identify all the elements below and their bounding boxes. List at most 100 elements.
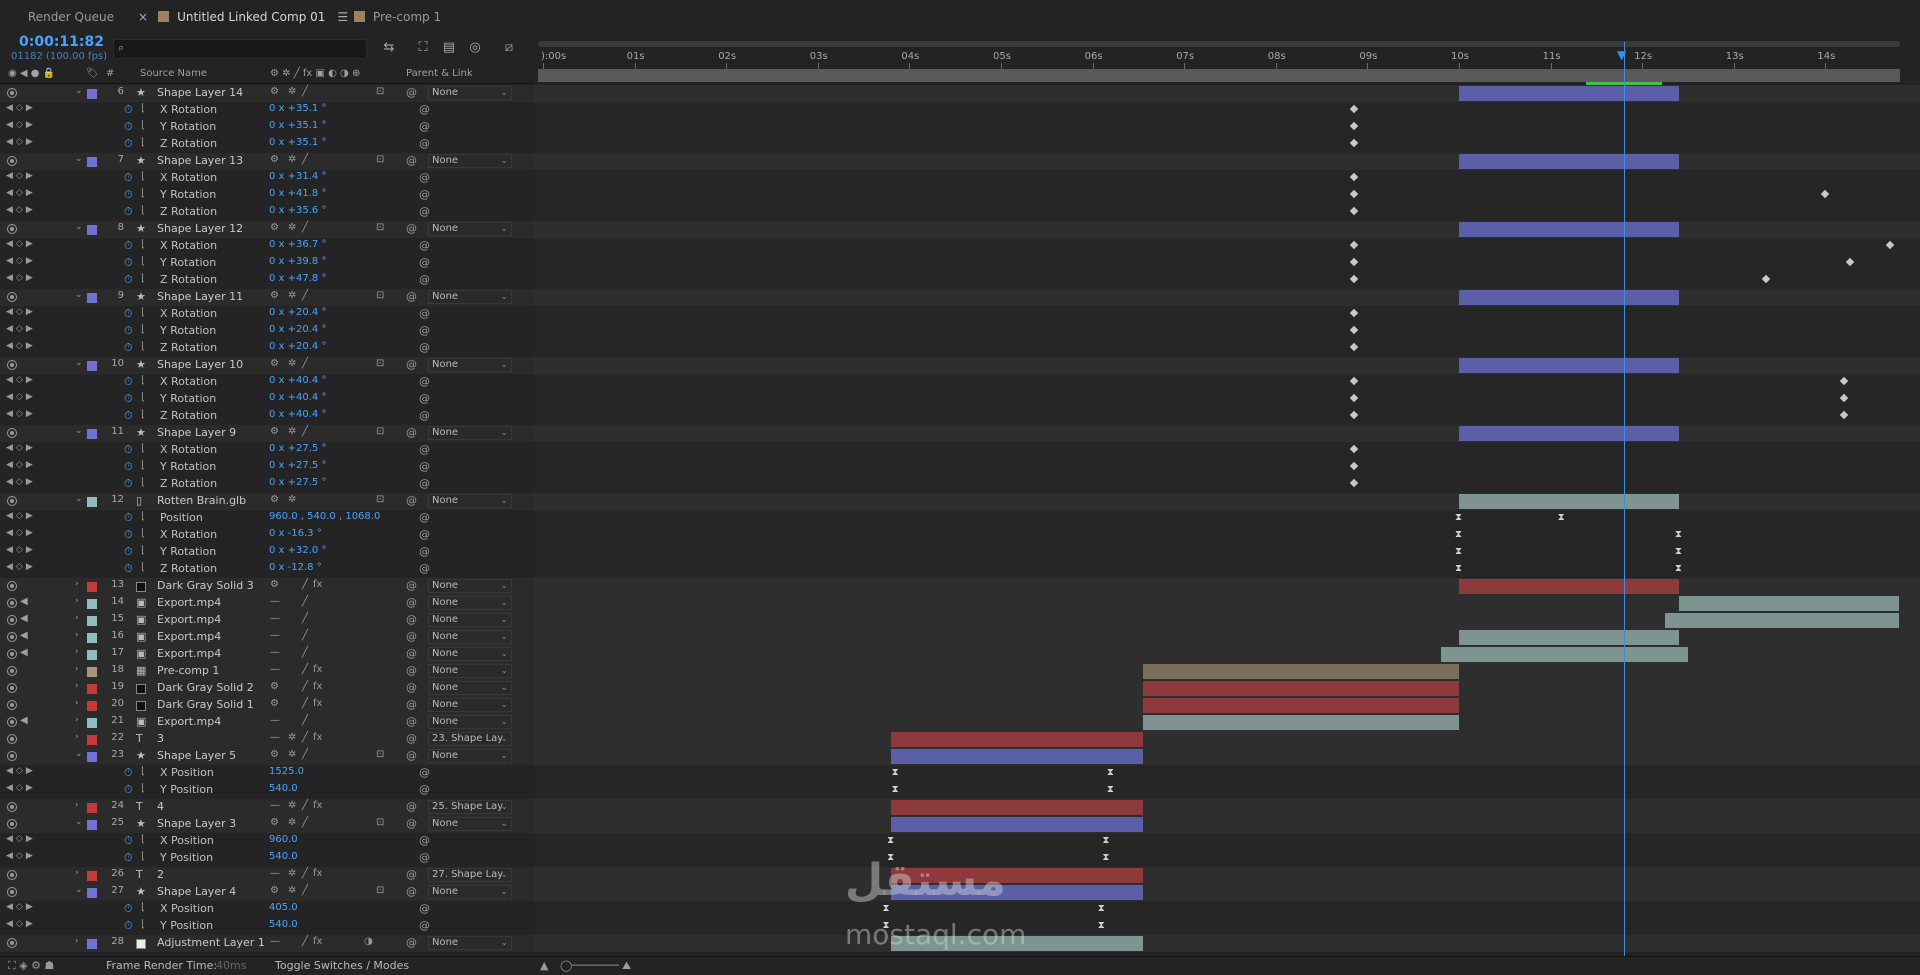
property-row[interactable]: ◀◇▶ ⏱ ⌊ Y Rotation 0 x +20.4 ° @: [0, 323, 534, 340]
layer-name[interactable]: Dark Gray Solid 2: [157, 681, 254, 694]
layer-name[interactable]: 4: [157, 800, 164, 813]
source-name-header[interactable]: Source Name: [140, 68, 207, 79]
collapse-switch-icon[interactable]: ⚙: [270, 698, 279, 709]
layer-row[interactable]: › 18 ▦ Pre-comp 1 — ╱ fx @ None ⌄: [0, 663, 534, 680]
zoom-in-icon[interactable]: ⛰: [622, 959, 631, 973]
pick-whip-icon[interactable]: @: [406, 885, 417, 898]
layer-row[interactable]: › 28 Adjustment Layer 1 — ╱ fx ◑ @ None ⌄: [0, 935, 534, 952]
graph-icon[interactable]: ⌊: [141, 460, 145, 471]
audio-icon[interactable]: ◀: [20, 715, 28, 726]
collapse-switch-icon[interactable]: ⚙: [270, 494, 279, 505]
layer-duration-bar[interactable]: [891, 817, 1143, 832]
layer-row[interactable]: › 20 Dark Gray Solid 1 ⚙ ╱ fx @ None ⌄: [0, 697, 534, 714]
stopwatch-icon[interactable]: ⏱: [124, 562, 133, 576]
keyframe-diamond-icon[interactable]: [1349, 444, 1358, 454]
stopwatch-icon[interactable]: ⏱: [124, 766, 133, 780]
expand-triangle-icon[interactable]: ›: [75, 936, 79, 946]
stopwatch-icon[interactable]: ⏱: [124, 307, 133, 321]
stopwatch-icon[interactable]: ⏱: [124, 273, 133, 287]
keyframe-navigator-icon[interactable]: ◀◇▶: [6, 341, 36, 351]
property-value[interactable]: 0 x +35.1 °: [269, 120, 326, 131]
layer-row[interactable]: ◀ › 14 ▣ Export.mp4 — ╱ @ None ⌄: [0, 595, 534, 612]
keyframe-navigator-icon[interactable]: ◀◇▶: [6, 511, 36, 521]
collapse-switch-icon[interactable]: ⚙: [270, 154, 279, 165]
layer-row[interactable]: ⌄ 25 ★ Shape Layer 3 ⚙ ✲ ╱ ⊡ @ None ⌄: [0, 816, 534, 833]
pick-whip-icon[interactable]: @: [419, 375, 430, 388]
graph-icon[interactable]: ⌊: [141, 409, 145, 420]
collapse-switch-icon[interactable]: ⚙: [270, 290, 279, 301]
layer-name[interactable]: Export.mp4: [157, 596, 221, 609]
stopwatch-icon[interactable]: ⏱: [124, 375, 133, 389]
layer-duration-bar[interactable]: [1459, 154, 1679, 169]
keyframe-hourglass-icon[interactable]: ⧗: [1098, 903, 1105, 914]
keyframe-diamond-icon[interactable]: [1761, 274, 1771, 284]
keyframe-diamond-icon[interactable]: [1349, 325, 1358, 335]
property-row[interactable]: ◀◇▶ ⏱ ⌊ X Rotation 0 x +27.5 ° @: [0, 442, 534, 459]
keyframe-navigator-icon[interactable]: ◀◇▶: [6, 171, 36, 181]
property-value[interactable]: 0 x +40.4 °: [269, 409, 326, 420]
layer-duration-bar[interactable]: [1459, 290, 1679, 305]
parent-link-select[interactable]: None ⌄: [428, 358, 512, 372]
expand-triangle-icon[interactable]: ›: [75, 613, 79, 623]
layer-row[interactable]: › 13 Dark Gray Solid 3 ⚙ ╱ fx @ None ⌄: [0, 578, 534, 595]
pick-whip-icon[interactable]: @: [406, 936, 417, 949]
graph-icon[interactable]: ⌊: [141, 562, 145, 573]
keyframe-hourglass-icon[interactable]: ⧗: [1455, 512, 1462, 523]
label-color-swatch[interactable]: [87, 633, 97, 643]
layer-row[interactable]: ⌄ 12 ▯ Rotten Brain.glb ⚙ ✲ ⊡ @ None ⌄: [0, 493, 534, 510]
quality-slash-icon[interactable]: ╱: [302, 681, 308, 692]
keyframe-hourglass-icon[interactable]: ⧗: [892, 784, 899, 795]
quality-slash-icon[interactable]: ╱: [302, 358, 308, 369]
quality-slash-icon[interactable]: ╱: [302, 800, 308, 811]
property-value[interactable]: 540.0: [269, 919, 298, 930]
parent-link-select[interactable]: None ⌄: [428, 647, 512, 661]
eye-icon[interactable]: [7, 649, 17, 659]
stopwatch-icon[interactable]: ⏱: [124, 205, 133, 219]
pick-whip-icon[interactable]: @: [406, 664, 417, 677]
stopwatch-icon[interactable]: ⏱: [124, 443, 133, 457]
stopwatch-icon[interactable]: ⏱: [124, 511, 133, 525]
property-row[interactable]: ◀◇▶ ⏱ ⌊ Z Rotation 0 x +35.6 ° @: [0, 204, 534, 221]
pick-whip-icon[interactable]: @: [419, 851, 430, 864]
collapse-switch-icon[interactable]: —: [270, 647, 280, 658]
keyframe-diamond-icon[interactable]: [1349, 206, 1358, 216]
property-value[interactable]: 0 x +39.8 °: [269, 256, 326, 267]
parent-link-select[interactable]: None ⌄: [428, 290, 512, 304]
keyframe-diamond-icon[interactable]: [1839, 376, 1848, 386]
stopwatch-icon[interactable]: ⏱: [124, 171, 133, 185]
property-value[interactable]: 540.0: [269, 783, 298, 794]
property-row[interactable]: ◀◇▶ ⏱ ⌊ Z Rotation 0 x +40.4 ° @: [0, 408, 534, 425]
quality-slash-icon[interactable]: ╱: [302, 868, 308, 879]
close-icon[interactable]: ×: [138, 10, 148, 24]
eye-icon[interactable]: [7, 292, 17, 302]
pick-whip-icon[interactable]: @: [406, 154, 417, 167]
graph-icon[interactable]: ⌊: [141, 341, 145, 352]
3d-layer-icon[interactable]: ⊡: [376, 222, 384, 233]
layer-row[interactable]: ⌄ 6 ★ Shape Layer 14 ⚙ ✲ ╱ ⊡ @ None ⌄: [0, 85, 534, 102]
time-navigator[interactable]: [538, 41, 1900, 47]
graph-icon[interactable]: ⌊: [141, 324, 145, 335]
collapse-switch-icon[interactable]: ⚙: [270, 86, 279, 97]
effects-switch-icon[interactable]: fx: [313, 732, 322, 743]
eye-icon[interactable]: [7, 700, 17, 710]
expand-triangle-icon[interactable]: ⌄: [75, 358, 83, 368]
graph-icon[interactable]: ⌊: [141, 120, 145, 131]
expand-triangle-icon[interactable]: ›: [75, 698, 79, 708]
pick-whip-icon[interactable]: @: [406, 647, 417, 660]
pick-whip-icon[interactable]: @: [419, 341, 430, 354]
layer-name[interactable]: Shape Layer 13: [157, 154, 243, 167]
pick-whip-icon[interactable]: @: [406, 715, 417, 728]
layer-duration-bar[interactable]: [891, 732, 1143, 747]
parent-link-select[interactable]: None ⌄: [428, 579, 512, 593]
pick-whip-icon[interactable]: @: [419, 324, 430, 337]
stopwatch-icon[interactable]: ⏱: [124, 834, 133, 848]
pick-whip-icon[interactable]: @: [419, 545, 430, 558]
property-row[interactable]: ◀◇▶ ⏱ ⌊ X Rotation 0 x +40.4 ° @: [0, 374, 534, 391]
keyframe-diamond-icon[interactable]: [1349, 461, 1358, 471]
property-row[interactable]: ◀◇▶ ⏱ ⌊ Y Position 540.0 @: [0, 782, 534, 799]
keyframe-navigator-icon[interactable]: ◀◇▶: [6, 783, 36, 793]
effects-switch-icon[interactable]: fx: [313, 579, 322, 590]
parent-link-select[interactable]: None ⌄: [428, 613, 512, 627]
property-row[interactable]: ◀◇▶ ⏱ ⌊ X Rotation 0 x +36.7 ° @: [0, 238, 534, 255]
layer-duration-bar[interactable]: [1459, 222, 1679, 237]
